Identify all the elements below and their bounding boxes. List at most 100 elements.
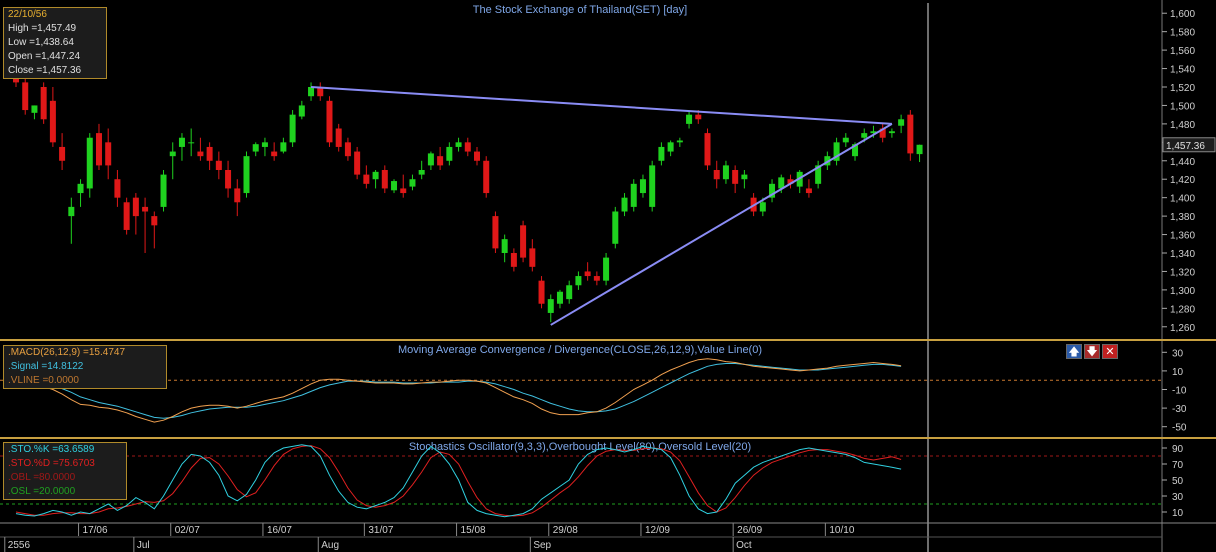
sto-y-tick-label: 70 [1172,460,1184,471]
candle-body [538,280,545,304]
candle-body [593,276,600,281]
candle-body [474,151,480,161]
signal-info-line: .Signal =14.8122 [8,361,84,372]
date-tick-label: 12/09 [645,525,670,536]
candle-body [547,299,554,313]
close-icon[interactable]: ✕ [1102,344,1118,359]
sto-y-tick-label: 30 [1172,492,1184,503]
osl-info-line: .OSL =20.0000 [8,486,76,497]
sto-y-tick-label: 90 [1172,444,1184,455]
candle-body [298,105,305,117]
candle-body [197,151,204,157]
macd-y-tick-label: 30 [1172,348,1184,359]
month-tick-label: Jul [137,540,150,551]
candle-body [409,179,416,187]
candle-body [86,137,93,189]
candle-body [704,133,711,166]
candle-body [520,225,527,258]
macd-y-tick-label: -10 [1172,386,1187,397]
macd-y-tick-label: 10 [1172,367,1184,378]
candle-body [759,202,766,212]
macd-chart-title: Moving Average Convergence / Divergence(… [398,344,762,356]
candle-body [492,216,499,249]
date-tick-label: 15/08 [461,525,486,536]
candle-body [363,174,370,184]
candle-body [898,119,905,126]
candle-body [612,211,619,244]
chart-window: 1,260 1,280 1,300 1,320 1,340 1,360 1,380 1,400… [0,0,1216,552]
price-y-tick-label: 1,420 [1170,175,1195,186]
price-y-tick-label: 1,480 [1170,120,1195,131]
month-tick-label: Oct [736,540,752,551]
move-down-icon[interactable]: 🡇 [1084,344,1100,359]
candle-body [225,170,232,189]
candle-body [566,285,573,300]
date-tick-label: 02/07 [175,525,200,536]
candle-body [59,146,66,161]
month-tick-label: 2556 [8,540,31,551]
candle-body [695,114,702,120]
candle-body [658,146,665,161]
candle-body [132,197,139,217]
candle-body [455,142,462,147]
candle-body [261,142,268,147]
price-y-tick-label: 1,520 [1170,83,1195,94]
candle-body [271,151,278,157]
candle-body [501,239,508,253]
macd-y-tick-label: -50 [1172,423,1187,434]
vline-info-line: .VLINE =0.0000 [8,375,79,386]
price-y-tick-label: 1,440 [1170,157,1195,168]
sto-info-box: .STO.%K =63.6589 .STO.%D =75.6703 .OBL =… [3,442,127,500]
sto-y-tick-label: 10 [1172,508,1184,519]
price-chart-title: The Stock Exchange of Thailand(SET) [day… [473,4,687,16]
candle-body [649,165,656,207]
info-low: Low =1,438.64 [8,37,74,48]
candle-body [400,188,407,194]
obl-info-line: .OBL =80.0000 [8,472,76,483]
sto-y-tick-label: 50 [1172,476,1184,487]
date-tick-label: 16/07 [267,525,292,536]
candle-body [114,179,121,198]
candle-body [105,142,112,166]
candle-body [805,188,812,194]
macd-info-box: .MACD(26,12,9) =15.4747 .Signal =14.8122… [3,345,167,389]
info-close: Close =1,457.36 [8,65,82,76]
candle-body [907,114,914,154]
macd-y-tick-label: -30 [1172,404,1187,415]
candle-body [916,144,923,155]
candle-body [686,114,693,124]
candle-body [354,151,361,175]
candle-body [861,133,868,138]
price-y-tick-label: 1,280 [1170,304,1195,315]
chart-canvas[interactable]: 1,260 1,280 1,300 1,320 1,340 1,360 1,380 1,400… [0,0,1216,552]
candle-body [151,216,158,226]
candle-body [427,153,434,166]
candle-body [381,170,388,189]
candle-body [372,171,379,180]
info-date: 22/10/56 [8,9,47,20]
trendline [550,123,893,326]
date-tick-label: 10/10 [829,525,854,536]
candle-body [215,160,222,170]
candle-body [639,179,646,194]
candle-body [22,82,29,111]
candle-body [31,105,38,113]
stok-info-line: .STO.%K =63.6589 [8,444,95,455]
candle-body [510,253,517,267]
candle-body [326,100,333,143]
price-y-tick-label: 1,320 [1170,267,1195,278]
candle-body [446,146,453,161]
date-tick-label: 31/07 [368,525,393,536]
move-up-icon[interactable]: 🡅 [1066,344,1082,359]
date-tick-label: 26/09 [737,525,762,536]
candle-body [308,87,315,97]
price-y-tick-label: 1,380 [1170,212,1195,223]
candle-body [556,291,563,304]
trendline [310,86,892,125]
price-y-tick-label: 1,600 [1170,9,1195,20]
candle-body [464,142,471,152]
candle-body [280,142,287,152]
candle-body [289,114,296,143]
price-y-tick-label: 1,260 [1170,323,1195,334]
price-y-tick-label: 1,540 [1170,65,1195,76]
